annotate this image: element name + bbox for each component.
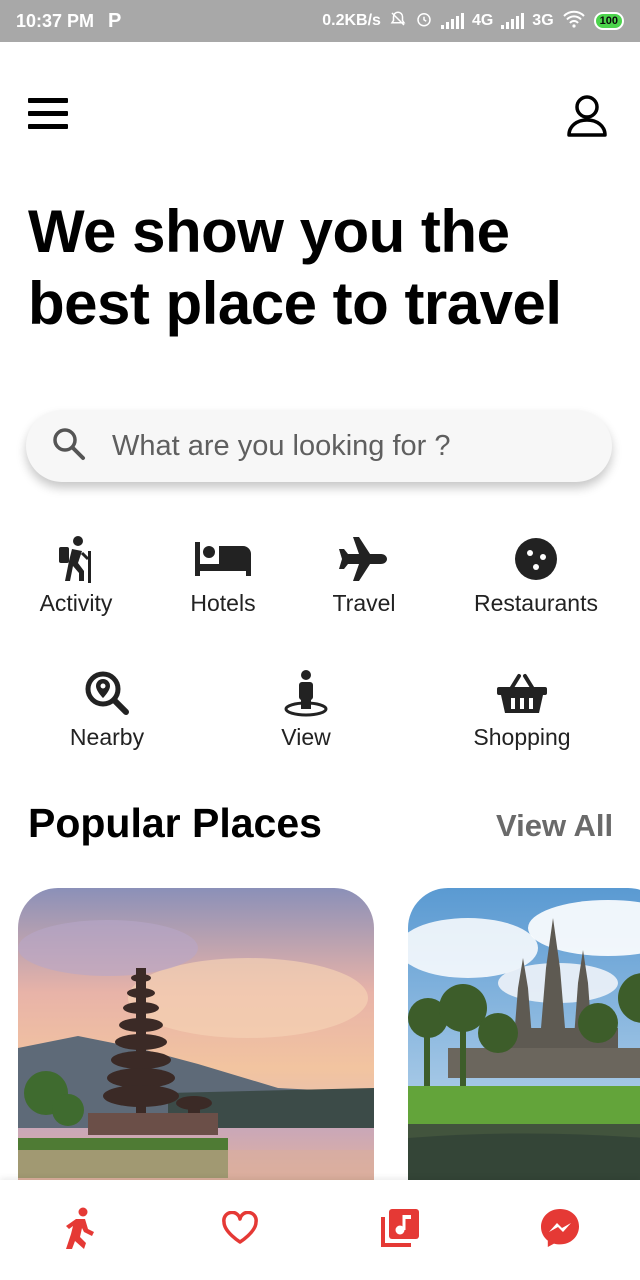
bottom-navigation <box>0 1180 640 1280</box>
street-view-icon <box>283 668 329 718</box>
place-card[interactable] <box>18 888 374 1188</box>
page-headline: We show you the best place to travel <box>28 196 618 340</box>
user-profile-icon[interactable] <box>566 94 608 138</box>
walking-icon[interactable] <box>45 1193 115 1263</box>
status-time: 10:37 PM <box>16 10 95 31</box>
category-label: Restaurants <box>473 590 598 616</box>
place-image-temple <box>18 888 374 1188</box>
place-card[interactable] <box>408 888 640 1188</box>
search-icon <box>52 427 86 466</box>
category-label: Activity <box>39 590 113 616</box>
music-library-icon[interactable] <box>365 1193 435 1263</box>
hamburger-menu-icon[interactable] <box>28 98 68 132</box>
messenger-icon[interactable] <box>525 1193 595 1263</box>
airplane-icon <box>339 534 389 584</box>
heart-icon[interactable] <box>205 1193 275 1263</box>
category-activity[interactable]: Activity <box>30 534 122 617</box>
battery-indicator: 100 <box>593 12 624 30</box>
view-all-link[interactable]: View All <box>496 808 613 844</box>
status-bar: 10:37 PM P 0.2KB/s 4G 3G 100 <box>0 0 640 42</box>
section-title: Popular Places <box>28 800 322 846</box>
category-label: Shopping <box>473 724 571 750</box>
place-image-angkor <box>408 888 640 1188</box>
bed-icon <box>195 534 251 584</box>
category-hotels[interactable]: Hotels <box>180 534 266 617</box>
category-travel[interactable]: Travel <box>324 534 404 617</box>
signal-icon <box>440 13 464 29</box>
hiking-icon <box>56 534 96 584</box>
category-nearby[interactable]: Nearby <box>62 668 152 751</box>
category-restaurants[interactable]: Restaurants <box>466 534 606 617</box>
search-input[interactable] <box>112 429 572 463</box>
headline-line-1: We show you the <box>28 198 510 265</box>
bell-off-icon <box>389 10 407 33</box>
category-label: Nearby <box>69 724 145 750</box>
network-type-2: 3G <box>532 12 554 29</box>
category-label: View <box>281 724 331 750</box>
parking-icon: P <box>108 9 122 32</box>
wifi-icon <box>562 10 586 33</box>
alarm-icon <box>415 10 433 33</box>
signal-icon-2 <box>501 13 525 29</box>
cookie-icon <box>514 534 558 584</box>
network-speed: 0.2KB/s <box>322 12 381 29</box>
category-label: Hotels <box>190 590 256 616</box>
search-bar[interactable] <box>26 410 612 482</box>
headline-line-2: best place to travel <box>28 270 562 337</box>
category-label: Travel <box>332 590 396 616</box>
location-search-icon <box>84 668 130 718</box>
network-type-1: 4G <box>471 12 494 29</box>
category-shopping[interactable]: Shopping <box>464 668 580 751</box>
shopping-basket-icon <box>497 668 547 718</box>
category-view[interactable]: View <box>272 668 340 751</box>
